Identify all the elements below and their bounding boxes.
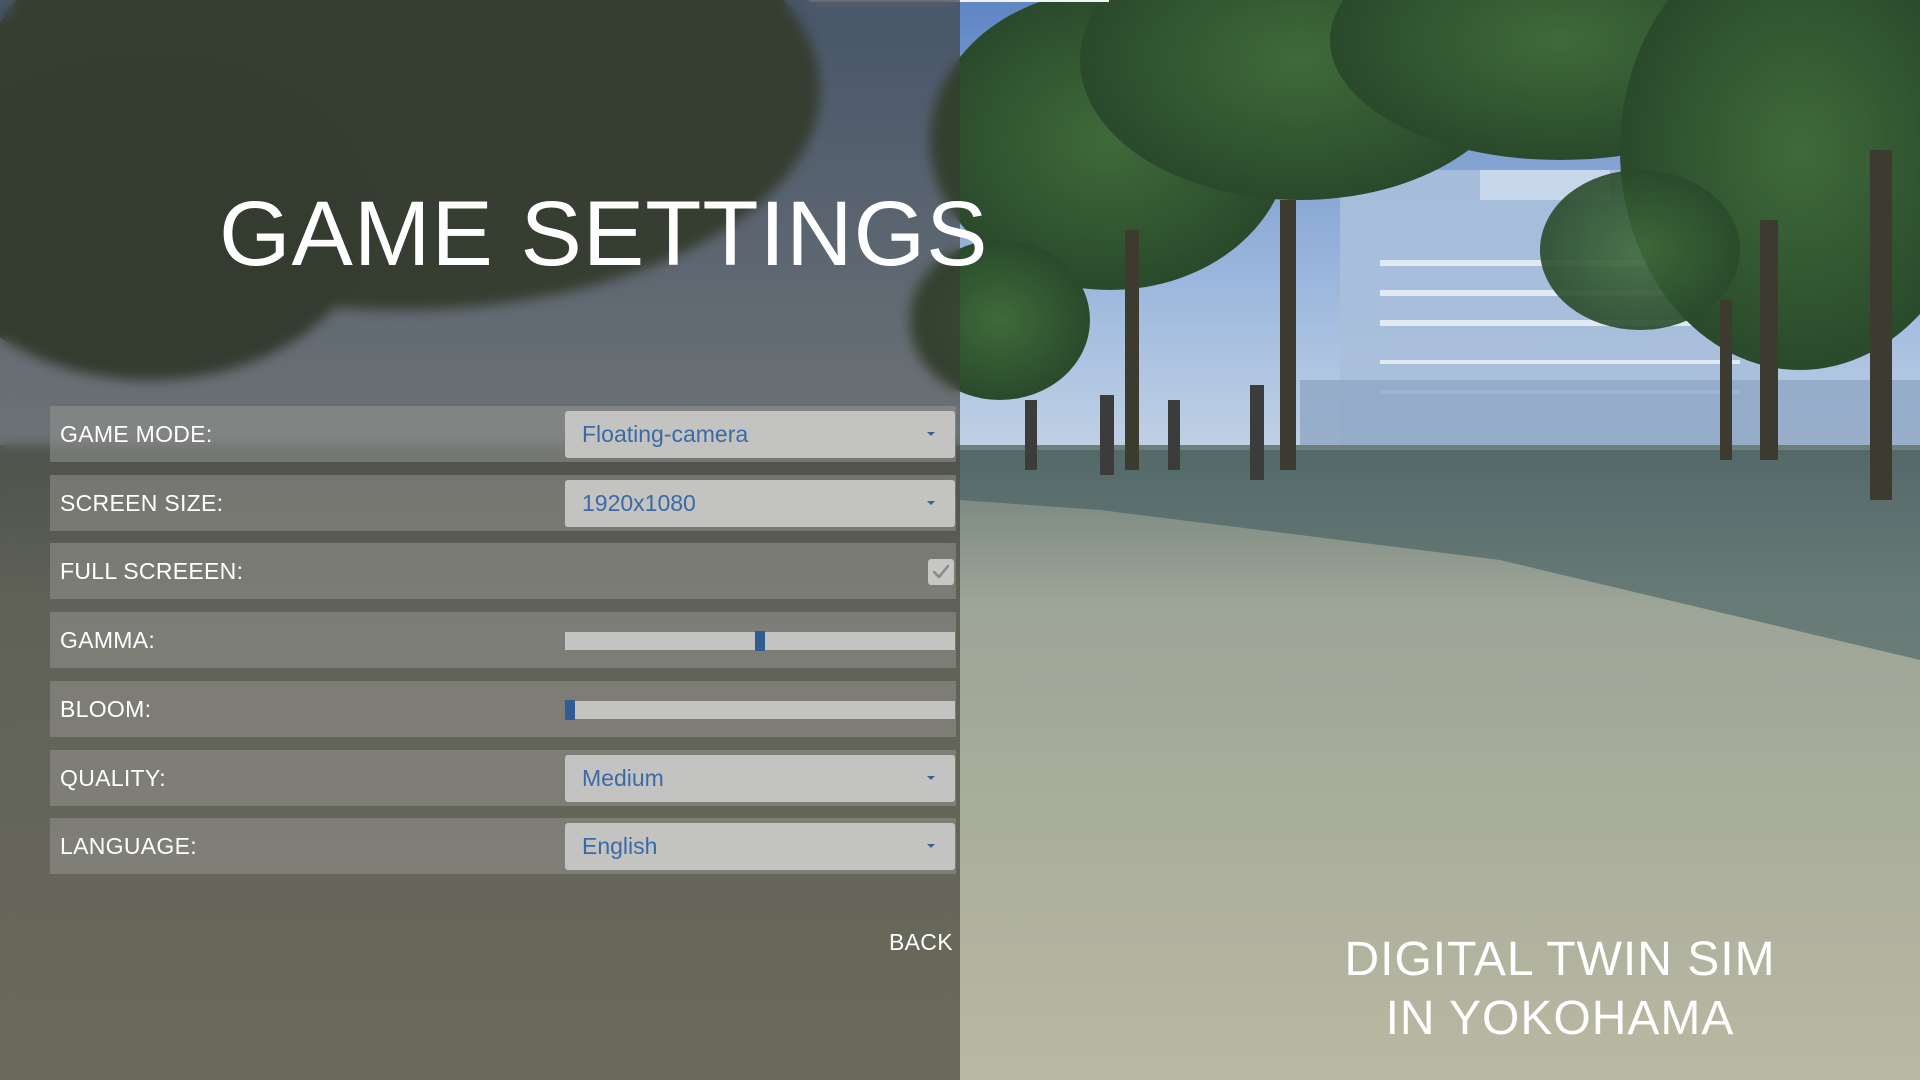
bloom-slider-handle[interactable] [565, 700, 575, 720]
gamma-label: GAMMA: [60, 627, 156, 653]
chevron-down-icon [927, 844, 935, 848]
tagline-line-2: IN YOKOHAMA [1385, 992, 1735, 1045]
setting-row-full-screen: FULL SCREEEN: [50, 543, 956, 599]
quality-dropdown[interactable]: Medium [565, 755, 955, 802]
chevron-down-icon [927, 501, 935, 505]
language-value: English [582, 833, 658, 859]
quality-label: QUALITY: [60, 765, 166, 791]
settings-panel: GAME SETTINGS GAME MODE: Floating-camera… [0, 0, 988, 1080]
full-screen-checkbox[interactable] [928, 559, 954, 585]
game-mode-label: GAME MODE: [60, 421, 213, 447]
language-label: LANGUAGE: [60, 833, 197, 859]
tagline-line-1: DIGITAL TWIN SIM [1344, 933, 1776, 986]
setting-row-game-mode: GAME MODE: Floating-camera [50, 406, 956, 462]
bloom-slider[interactable] [565, 700, 955, 720]
screen-size-value: 1920x1080 [582, 490, 696, 516]
chevron-down-icon [927, 432, 935, 436]
bloom-label: BLOOM: [60, 696, 152, 722]
setting-row-bloom: BLOOM: [50, 681, 956, 737]
setting-row-screen-size: SCREEN SIZE: 1920x1080 [50, 475, 956, 531]
gamma-slider-handle[interactable] [755, 631, 765, 651]
page-title: GAME SETTINGS [219, 183, 989, 285]
chevron-down-icon [927, 776, 935, 780]
language-dropdown[interactable]: English [565, 823, 955, 870]
checkmark-icon [932, 564, 950, 579]
setting-row-gamma: GAMMA: [50, 612, 956, 668]
setting-row-language: LANGUAGE: English [50, 818, 956, 874]
screen-size-label: SCREEN SIZE: [60, 490, 224, 516]
quality-value: Medium [582, 765, 664, 791]
back-button[interactable]: BACK [889, 929, 953, 956]
app-tagline: DIGITAL TWIN SIM IN YOKOHAMA [1300, 930, 1820, 1048]
setting-row-quality: QUALITY: Medium [50, 750, 956, 806]
full-screen-label: FULL SCREEEN: [60, 558, 244, 584]
game-mode-dropdown[interactable]: Floating-camera [565, 411, 955, 458]
game-mode-value: Floating-camera [582, 421, 749, 447]
game-settings-screen: GAME SETTINGS GAME MODE: Floating-camera… [0, 0, 1920, 1080]
gamma-slider[interactable] [565, 631, 955, 651]
screen-size-dropdown[interactable]: 1920x1080 [565, 480, 955, 527]
